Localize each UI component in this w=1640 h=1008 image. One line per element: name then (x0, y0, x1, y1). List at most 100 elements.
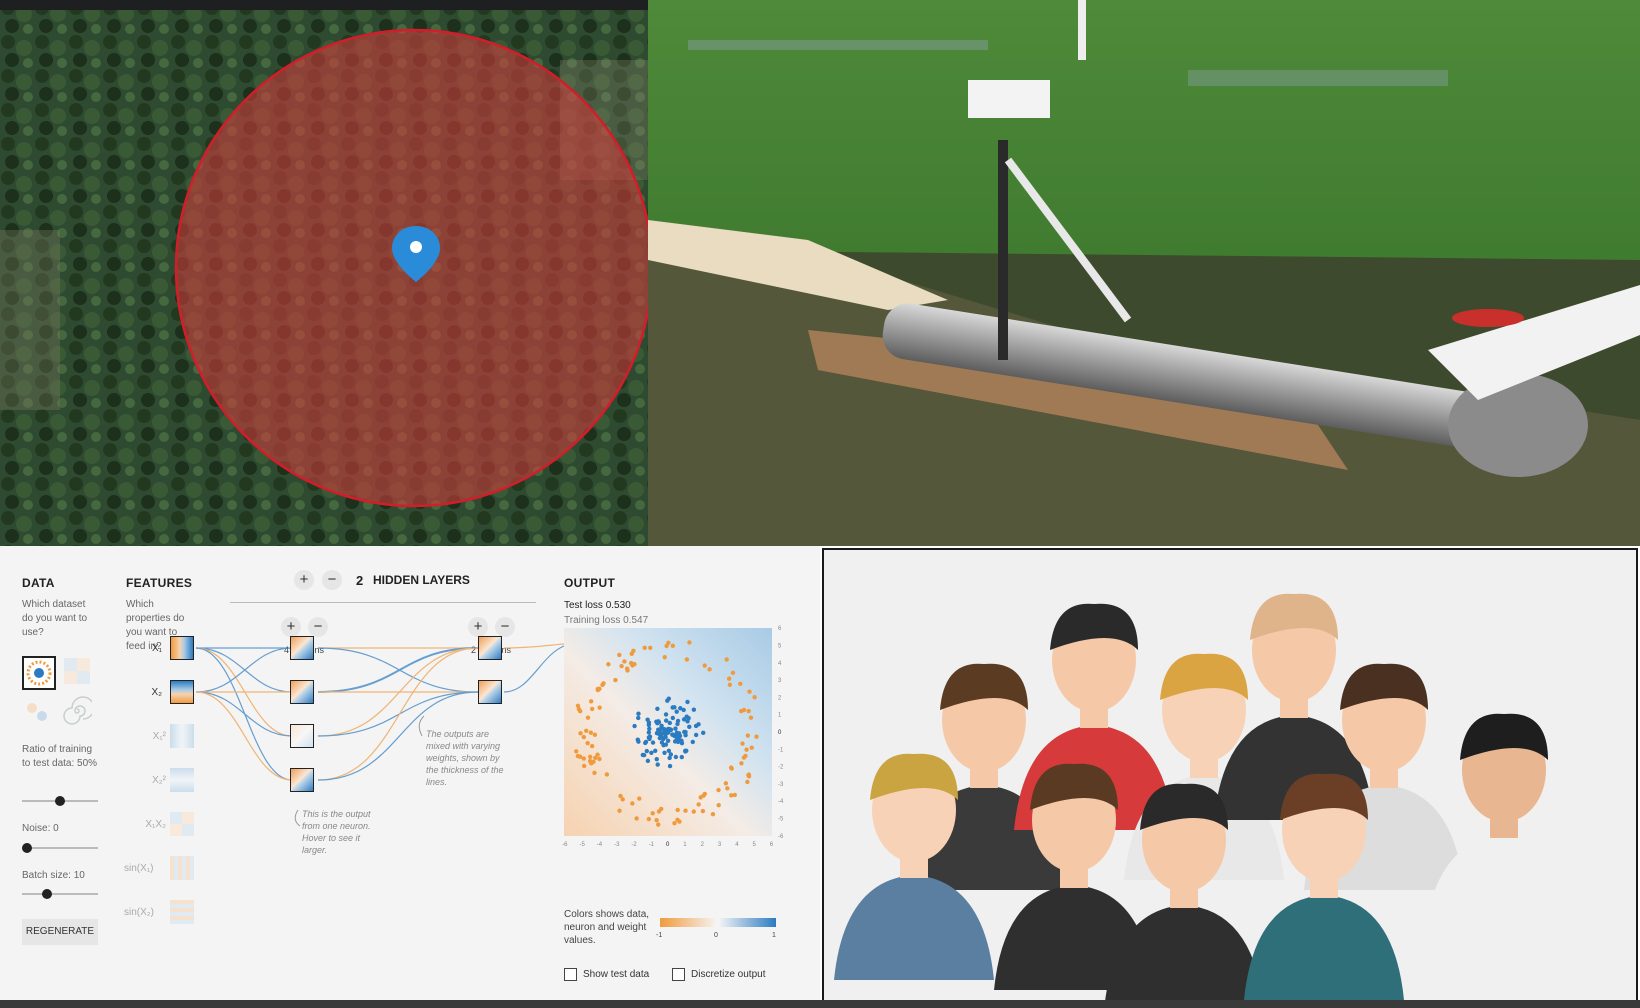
orange-data-point (684, 657, 690, 662)
output-y-ticks: -6 -5 -4 -3 -2 -1 0 1 2 3 4 5 6 (778, 626, 784, 840)
blue-data-point (635, 737, 640, 742)
y-tick-label: -4 (778, 799, 784, 805)
orange-data-point (741, 755, 747, 760)
orange-data-point (730, 670, 736, 676)
y-tick-label: -2 (778, 765, 784, 771)
orange-data-point (739, 761, 744, 766)
blue-data-point (666, 730, 671, 735)
hidden-neuron-1-3[interactable] (290, 724, 314, 748)
orange-data-point (613, 677, 618, 683)
person-figure (1424, 713, 1584, 940)
window-bottom-bar (0, 1000, 1640, 1008)
blue-data-point (683, 733, 688, 738)
blue-data-point (643, 740, 648, 746)
orange-data-point (592, 732, 598, 737)
y-tick-label: 1 (778, 713, 782, 719)
blue-data-point (655, 762, 660, 767)
orange-data-point (591, 759, 596, 764)
orange-data-point (632, 661, 637, 667)
orange-data-point (707, 667, 712, 672)
orange-data-point (595, 686, 601, 692)
blue-data-point (657, 735, 663, 741)
orange-data-point (597, 756, 602, 762)
hidden-neuron-1-4[interactable] (290, 768, 314, 792)
y-tick-label: 0 (778, 730, 782, 736)
orange-data-point (744, 747, 749, 752)
discretize-output-checkbox[interactable] (672, 968, 685, 981)
orange-data-point (588, 699, 594, 704)
y-tick-label: 4 (778, 661, 782, 667)
output-heatmap[interactable]: -6 -5 -4 -3 -2 -1 0 1 2 3 4 5 6 -6 -5 -4 -3 -2 -1 0 1 2 3 4 5 6 (556, 620, 796, 850)
orange-data-point (696, 802, 701, 807)
blue-data-point (679, 738, 684, 743)
orange-data-point (749, 745, 754, 750)
x-tick-label: -6 (562, 842, 568, 848)
discretize-output-toggle[interactable]: Discretize output (672, 968, 765, 981)
blue-data-point (645, 758, 651, 764)
orange-data-point (581, 756, 587, 761)
orange-data-point (642, 645, 647, 651)
group-of-people-illustration (834, 593, 1584, 1008)
orange-data-point (687, 640, 692, 645)
blue-data-point (641, 752, 647, 758)
blue-data-point (655, 706, 660, 712)
orange-data-point (650, 811, 655, 816)
orange-data-point (634, 816, 639, 821)
irrigation-pipe-photo (648, 0, 1640, 546)
y-tick-label: 5 (778, 644, 782, 650)
blue-data-point (690, 739, 695, 745)
blue-data-point (636, 711, 641, 716)
orange-data-point (700, 808, 706, 814)
orange-data-point (581, 763, 587, 769)
blue-data-point (693, 723, 699, 729)
x-tick-label: -1 (649, 842, 655, 848)
x-tick-label: 5 (753, 842, 757, 848)
orange-data-point (732, 792, 737, 798)
show-test-data-checkbox[interactable] (564, 968, 577, 981)
blue-data-point (663, 718, 669, 723)
orange-data-point (585, 740, 590, 746)
orange-data-point (746, 708, 751, 714)
test-loss-label: Test loss (564, 600, 603, 611)
orange-data-point (604, 772, 610, 777)
people-illustration-panel (820, 546, 1640, 1008)
orange-data-point (585, 715, 591, 720)
orange-data-point (672, 821, 677, 826)
blue-data-point (670, 705, 675, 710)
blue-data-point (674, 709, 679, 714)
orange-data-point (597, 705, 602, 710)
x-tick-label: 6 (770, 842, 774, 848)
blue-data-point (644, 748, 650, 754)
blue-data-point (667, 720, 672, 726)
hidden-neuron-2-2[interactable] (478, 680, 502, 704)
blue-data-point (646, 730, 652, 735)
orange-data-point (656, 822, 661, 827)
hidden-neuron-1-1[interactable] (290, 636, 314, 660)
hidden-neuron-2-1[interactable] (478, 636, 502, 660)
blue-data-point (670, 732, 675, 737)
orange-data-point (630, 801, 635, 806)
orange-data-point (670, 643, 676, 648)
weights-hint-note: The outputs are mixed with varying weigh… (426, 729, 504, 787)
blue-data-point (649, 750, 654, 756)
blue-data-point (654, 756, 659, 762)
hidden-neuron-1-2[interactable] (290, 680, 314, 704)
orange-data-point (574, 749, 579, 754)
orange-data-point (675, 807, 680, 813)
output-x-ticks: -6 -5 -4 -3 -2 -1 0 1 2 3 4 5 6 (562, 842, 774, 848)
blue-data-point (646, 720, 652, 725)
satellite-map-panel[interactable] (0, 0, 648, 546)
blue-data-point (670, 715, 676, 721)
orange-data-point (683, 808, 688, 813)
blue-data-point (685, 699, 690, 705)
orange-data-point (617, 652, 622, 658)
y-tick-label: -6 (778, 834, 784, 840)
blue-data-point (683, 748, 688, 754)
y-tick-label: -3 (778, 782, 784, 788)
show-test-data-toggle[interactable]: Show test data (564, 968, 649, 981)
orange-data-point (741, 707, 747, 713)
orange-data-point (738, 681, 743, 686)
blue-data-point (650, 740, 656, 745)
orange-data-point (631, 648, 636, 654)
orange-data-point (716, 787, 721, 793)
